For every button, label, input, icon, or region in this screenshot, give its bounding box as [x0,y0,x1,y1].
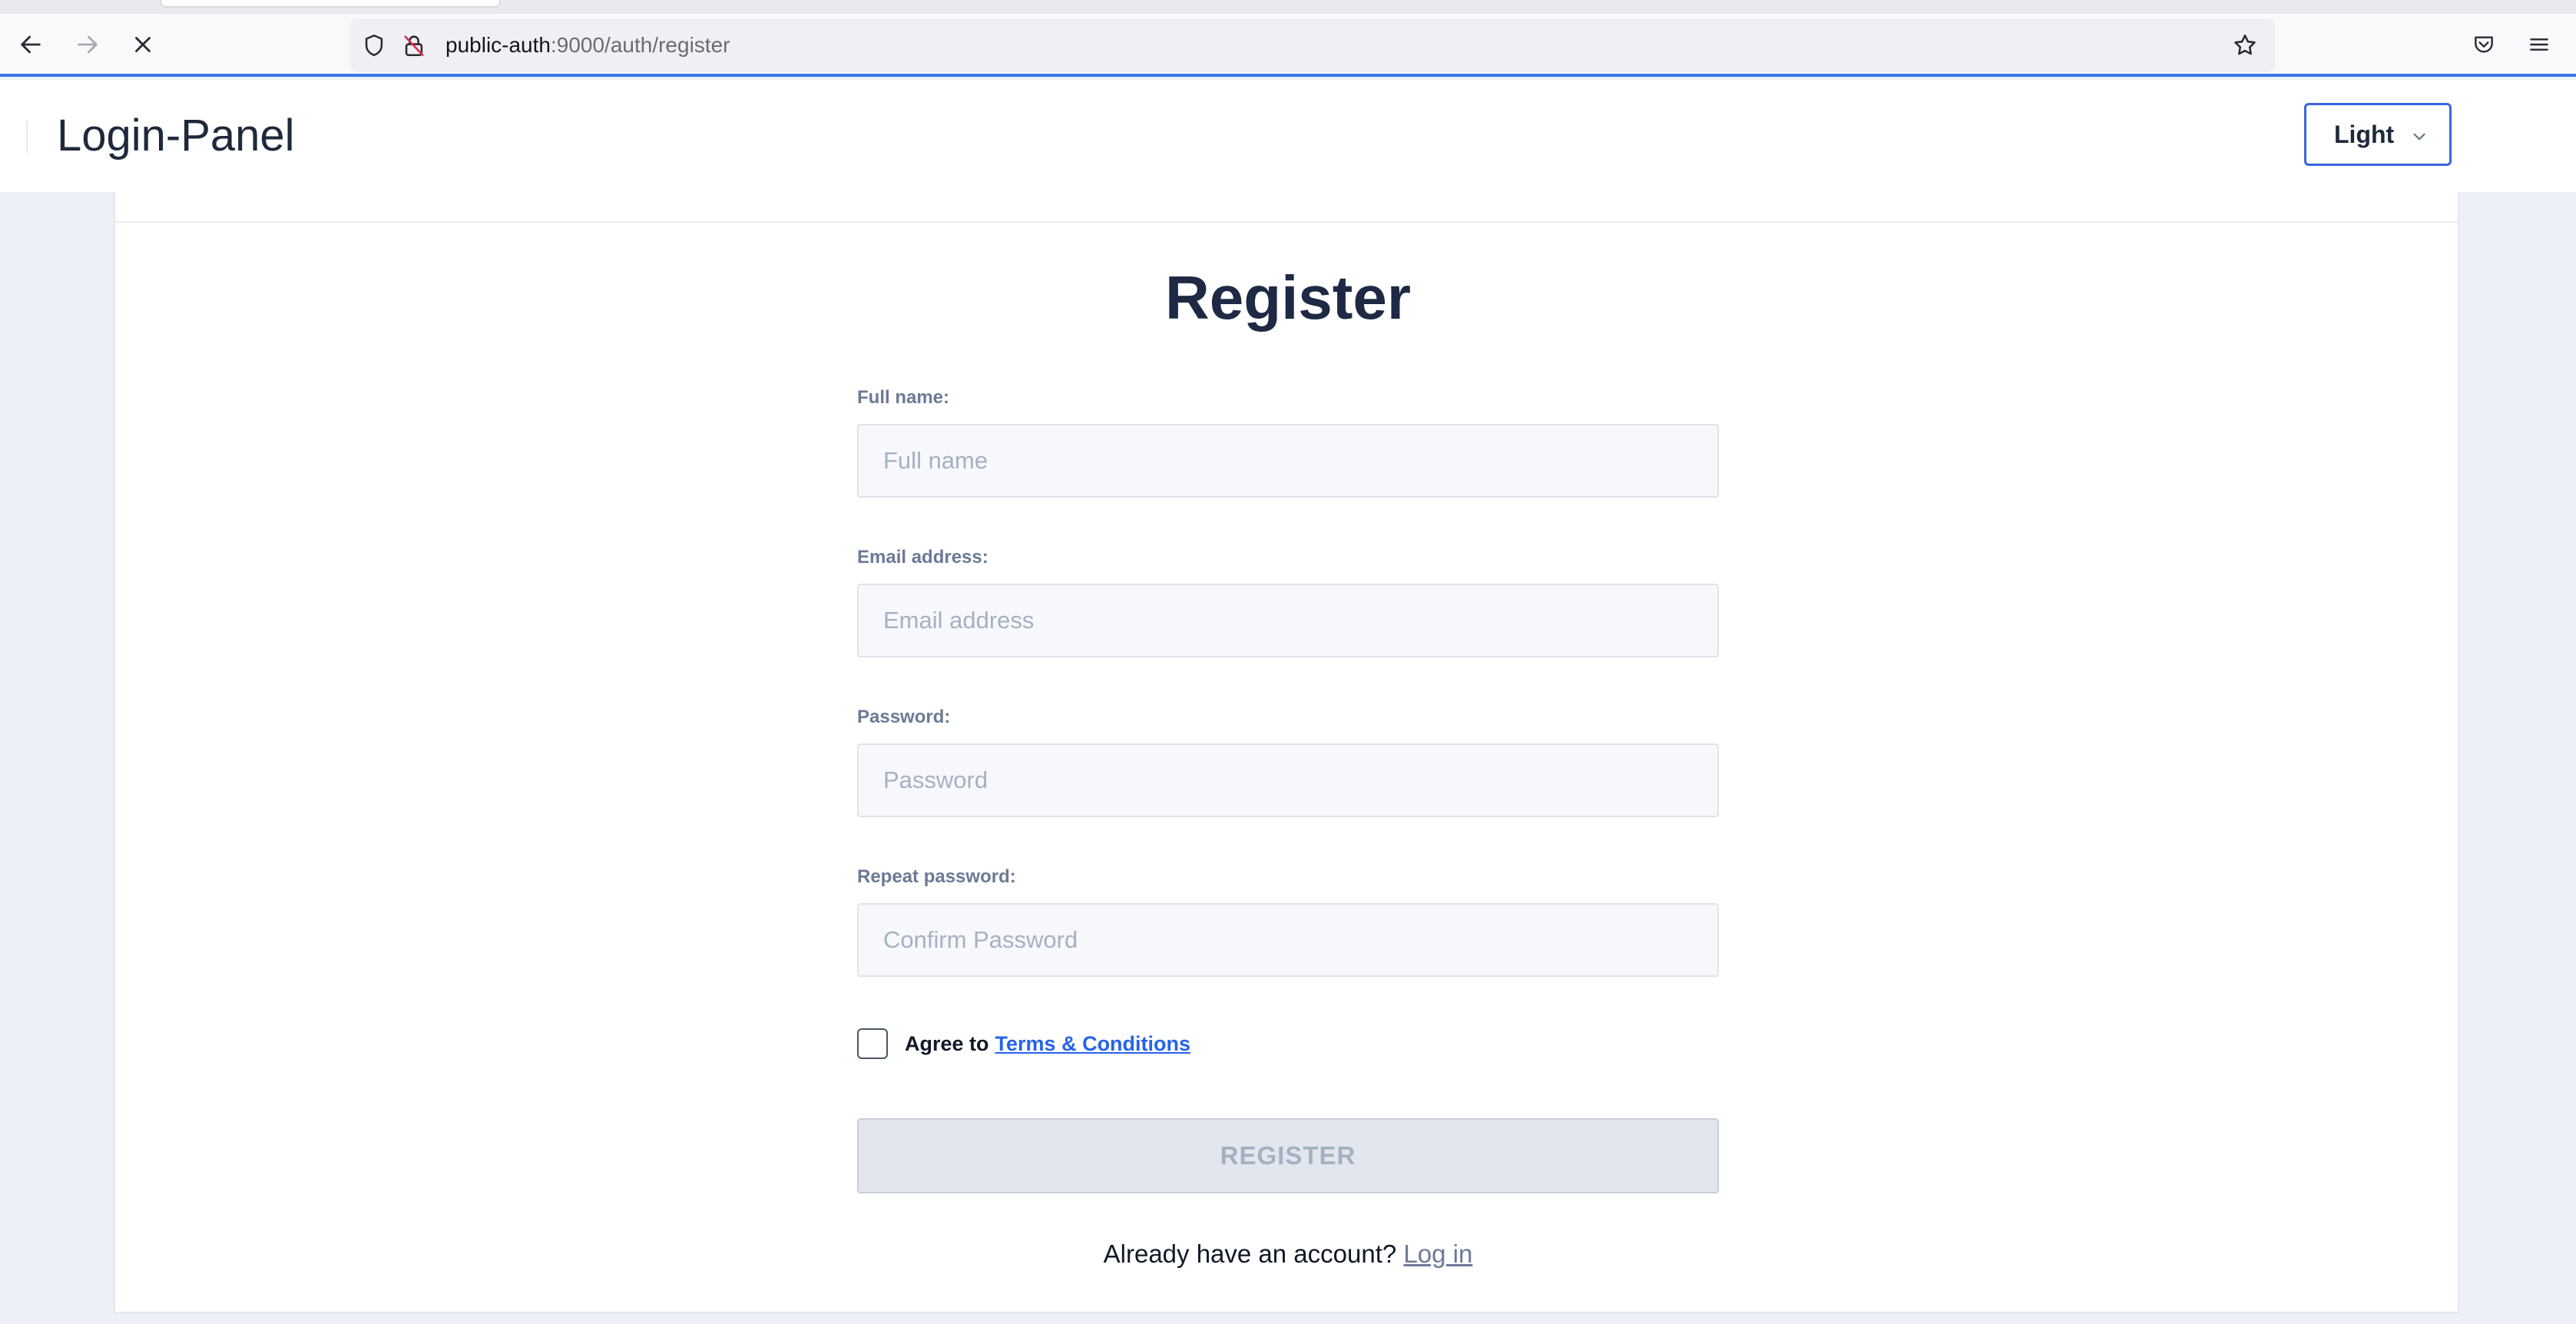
chevron-down-icon [2413,133,2425,141]
login-row: Already have an account? Log in [115,1240,2461,1269]
full-name-label: Full name: [857,387,950,408]
stop-loading-icon[interactable] [124,26,161,63]
terms-link[interactable]: Terms & Conditions [995,1032,1191,1056]
bookmark-star-icon[interactable] [2232,32,2258,58]
register-card: Register Full name: Email address: Passw… [114,192,2459,1313]
agree-text: Agree to [905,1031,989,1055]
page-title: Register [1164,263,1412,332]
card-divider [115,221,2458,223]
terms-row: Agree to Terms & Conditions [857,1028,1190,1060]
browser-tab[interactable] [160,0,501,8]
browser-tab-strip [0,0,2576,14]
email-label: Email address: [857,547,988,568]
tracking-protection-shield-icon[interactable] [361,32,387,58]
hamburger-menu-icon[interactable] [2521,26,2558,63]
header-divider [26,121,28,154]
full-name-input[interactable] [857,424,1719,498]
password-label: Password: [857,707,951,727]
email-input[interactable] [857,584,1719,657]
login-prompt: Already have an account? [1103,1240,1397,1268]
brand-title[interactable]: Login-Panel [57,108,295,163]
forward-arrow-icon[interactable] [69,26,106,63]
url-path: :9000/auth/register [550,33,730,57]
address-bar[interactable]: public-auth:9000/auth/register [350,18,2275,72]
app-header: Login-Panel Light [0,80,2576,192]
url-text[interactable]: public-auth:9000/auth/register [445,18,730,72]
repeat-password-label: Repeat password: [857,866,1016,887]
register-button[interactable]: REGISTER [857,1118,1719,1193]
theme-select[interactable]: Light [2304,103,2452,166]
insecure-lock-icon[interactable] [401,32,427,58]
login-link[interactable]: Log in [1403,1240,1472,1268]
pocket-icon[interactable] [2465,26,2502,63]
back-arrow-icon[interactable] [12,26,49,63]
browser-toolbar: public-auth:9000/auth/register [0,14,2576,77]
password-input[interactable] [857,743,1719,817]
theme-select-value: Light [2334,120,2395,148]
url-host: public-auth [445,33,551,57]
terms-checkbox[interactable] [857,1028,888,1059]
repeat-password-input[interactable] [857,903,1719,977]
